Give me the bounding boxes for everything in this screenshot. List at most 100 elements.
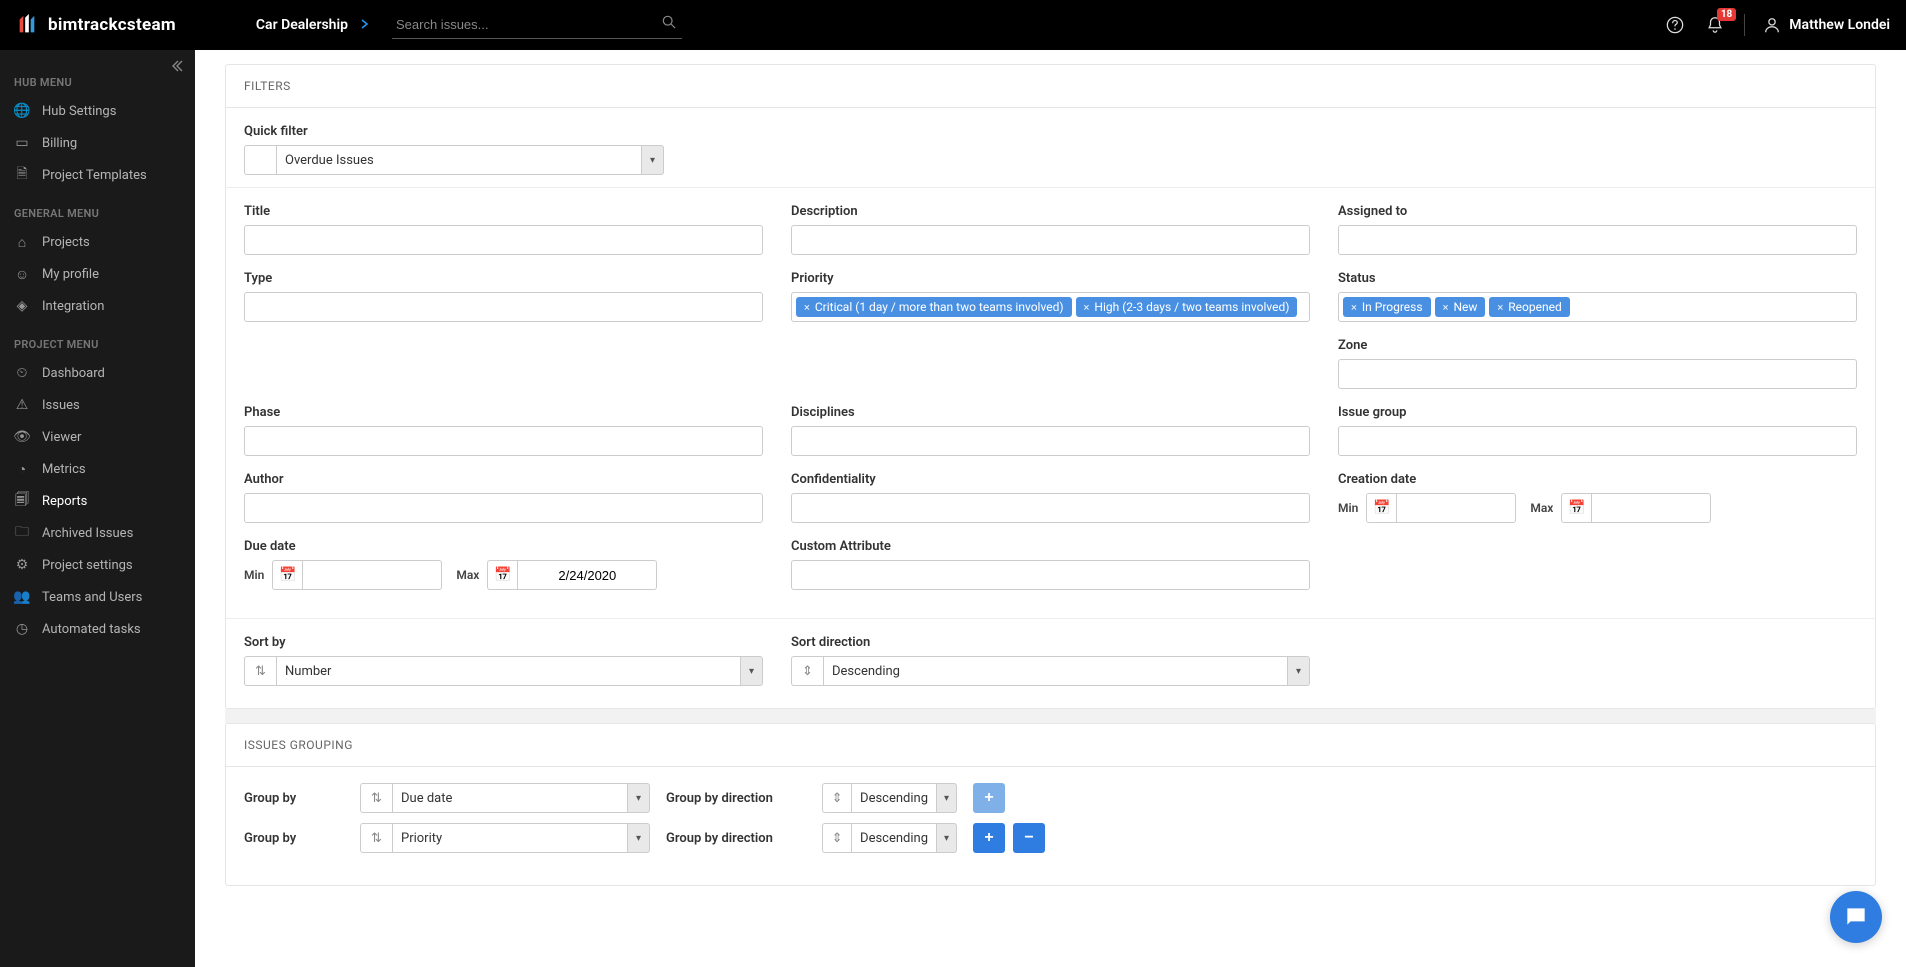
search-input[interactable] bbox=[392, 11, 682, 39]
add-group-button[interactable]: + bbox=[973, 823, 1005, 853]
sidebar-item-archived[interactable]: 🗀Archived Issues bbox=[0, 517, 195, 549]
zone-label: Zone bbox=[1338, 338, 1857, 353]
sidebar-item-viewer[interactable]: 👁Viewer bbox=[0, 421, 195, 453]
filters-title: FILTERS bbox=[226, 65, 1875, 108]
sort-dir-icon: ⇕ bbox=[822, 823, 851, 853]
close-icon[interactable]: × bbox=[1497, 301, 1503, 314]
creation-date-max-input[interactable] bbox=[1591, 493, 1711, 523]
sort-dir-select[interactable]: ⇕ Descending ▾ bbox=[791, 656, 1310, 686]
status-input[interactable]: ×In Progress ×New ×Reopened bbox=[1338, 292, 1857, 322]
priority-chip[interactable]: ×Critical (1 day / more than two teams i… bbox=[796, 297, 1072, 317]
sidebar-item-label: Project settings bbox=[42, 558, 133, 573]
type-input[interactable] bbox=[244, 292, 763, 322]
user-menu[interactable]: Matthew Londei bbox=[1763, 16, 1890, 34]
gear-icon: ⚙ bbox=[14, 557, 30, 573]
due-date-min-input[interactable] bbox=[302, 560, 442, 590]
sidebar-item-integration[interactable]: ◈Integration bbox=[0, 290, 195, 322]
sort-by-select[interactable]: ⇅ Number ▾ bbox=[244, 656, 763, 686]
search-icon[interactable] bbox=[662, 15, 676, 33]
sidebar-item-templates[interactable]: 🗎Project Templates bbox=[0, 159, 195, 191]
disciplines-input[interactable] bbox=[791, 426, 1310, 456]
calendar-icon[interactable]: 📅 bbox=[272, 560, 302, 590]
group-by-select-0[interactable]: ⇅ Due date ▾ bbox=[360, 783, 650, 813]
close-icon[interactable]: × bbox=[1443, 301, 1449, 314]
calendar-icon[interactable]: 📅 bbox=[1561, 493, 1591, 523]
title-input[interactable] bbox=[244, 225, 763, 255]
remove-group-button[interactable]: − bbox=[1013, 823, 1045, 853]
group-dir-select-1[interactable]: ⇕ Descending ▾ bbox=[822, 823, 957, 853]
phase-input[interactable] bbox=[244, 426, 763, 456]
sort-dir-icon: ⇕ bbox=[791, 656, 823, 686]
due-date-max-input[interactable] bbox=[517, 560, 657, 590]
sidebar-item-automated[interactable]: ◷Automated tasks bbox=[0, 613, 195, 645]
sidebar-item-billing[interactable]: ▭Billing bbox=[0, 127, 195, 159]
confidentiality-input[interactable] bbox=[791, 493, 1310, 523]
help-icon[interactable] bbox=[1664, 14, 1686, 36]
sidebar-item-label: Teams and Users bbox=[42, 590, 142, 605]
home-icon: ⌂ bbox=[14, 234, 30, 250]
close-icon[interactable]: × bbox=[1351, 301, 1357, 314]
status-chip[interactable]: ×Reopened bbox=[1489, 297, 1569, 317]
sidebar-item-label: Hub Settings bbox=[42, 104, 116, 119]
chevron-down-icon[interactable]: ▾ bbox=[628, 823, 650, 853]
search-wrap bbox=[392, 11, 682, 39]
brand-icon bbox=[16, 14, 38, 36]
quick-filter-select[interactable]: Overdue Issues ▾ bbox=[244, 145, 664, 175]
report-icon: 🗐 bbox=[14, 493, 30, 509]
zone-input[interactable] bbox=[1338, 359, 1857, 389]
priority-chip[interactable]: ×High (2-3 days / two teams involved) bbox=[1076, 297, 1298, 317]
chevron-down-icon[interactable]: ▾ bbox=[741, 656, 763, 686]
sidebar-item-projects[interactable]: ⌂ Projects bbox=[0, 226, 195, 258]
title-label: Title bbox=[244, 204, 763, 219]
chevron-down-icon[interactable]: ▾ bbox=[642, 145, 664, 175]
sidebar-item-label: Project Templates bbox=[42, 168, 147, 183]
due-date-min[interactable]: Min 📅 bbox=[244, 560, 442, 590]
group-by-select-1[interactable]: ⇅ Priority ▾ bbox=[360, 823, 650, 853]
issue-group-input[interactable] bbox=[1338, 426, 1857, 456]
due-date-label: Due date bbox=[244, 539, 763, 554]
sidebar-item-dashboard[interactable]: ⏲Dashboard bbox=[0, 357, 195, 389]
collapse-icon[interactable] bbox=[171, 60, 183, 76]
creation-date-min[interactable]: Min 📅 bbox=[1338, 493, 1516, 523]
filters-panel: FILTERS Quick filter Overdue Issues ▾ Ti bbox=[225, 64, 1876, 709]
chevron-down-icon[interactable]: ▾ bbox=[1288, 656, 1310, 686]
priority-input[interactable]: ×Critical (1 day / more than two teams i… bbox=[791, 292, 1310, 322]
close-icon[interactable]: × bbox=[1084, 301, 1090, 314]
creation-date-label: Creation date bbox=[1338, 472, 1857, 487]
chevron-down-icon[interactable]: ▾ bbox=[937, 783, 957, 813]
due-date-max[interactable]: Max 📅 bbox=[456, 560, 657, 590]
status-chip[interactable]: ×In Progress bbox=[1343, 297, 1431, 317]
sidebar-item-issues[interactable]: ⚠Issues bbox=[0, 389, 195, 421]
author-input[interactable] bbox=[244, 493, 763, 523]
project-name[interactable]: Car Dealership bbox=[256, 17, 348, 33]
chat-fab[interactable] bbox=[1830, 891, 1882, 943]
user-name: Matthew Londei bbox=[1789, 17, 1890, 33]
sidebar-item-label: Reports bbox=[42, 494, 87, 509]
brand-logo[interactable]: bimtrackcsteam bbox=[16, 14, 176, 36]
calendar-icon[interactable]: 📅 bbox=[1366, 493, 1396, 523]
creation-date-max[interactable]: Max 📅 bbox=[1530, 493, 1711, 523]
sidebar-item-project-settings[interactable]: ⚙ Project settings bbox=[0, 549, 195, 581]
chevron-down-icon[interactable]: ▾ bbox=[937, 823, 957, 853]
creation-date-min-input[interactable] bbox=[1396, 493, 1516, 523]
close-icon[interactable]: × bbox=[804, 301, 810, 314]
sidebar-item-teams[interactable]: 👥Teams and Users bbox=[0, 581, 195, 613]
assigned-input[interactable] bbox=[1338, 225, 1857, 255]
user-icon bbox=[1763, 16, 1781, 34]
group-dir-select-0[interactable]: ⇕ Descending ▾ bbox=[822, 783, 957, 813]
status-chip[interactable]: ×New bbox=[1435, 297, 1486, 317]
priority-label: Priority bbox=[791, 271, 1310, 286]
main-content: FILTERS Quick filter Overdue Issues ▾ Ti bbox=[195, 50, 1906, 967]
sidebar-item-label: Projects bbox=[42, 235, 90, 250]
sidebar-item-profile[interactable]: ☺My profile bbox=[0, 258, 195, 290]
notification-icon[interactable]: 18 bbox=[1704, 14, 1726, 36]
description-input[interactable] bbox=[791, 225, 1310, 255]
add-group-button[interactable]: + bbox=[973, 783, 1005, 813]
sidebar-item-metrics[interactable]: ◔Metrics bbox=[0, 453, 195, 485]
calendar-icon[interactable]: 📅 bbox=[487, 560, 517, 590]
filter-addon-icon bbox=[244, 145, 276, 175]
sidebar-item-hub-settings[interactable]: 🌐Hub Settings bbox=[0, 95, 195, 127]
chevron-down-icon[interactable]: ▾ bbox=[628, 783, 650, 813]
custom-attr-input[interactable] bbox=[791, 560, 1310, 590]
sidebar-item-reports[interactable]: 🗐 Reports bbox=[0, 485, 195, 517]
